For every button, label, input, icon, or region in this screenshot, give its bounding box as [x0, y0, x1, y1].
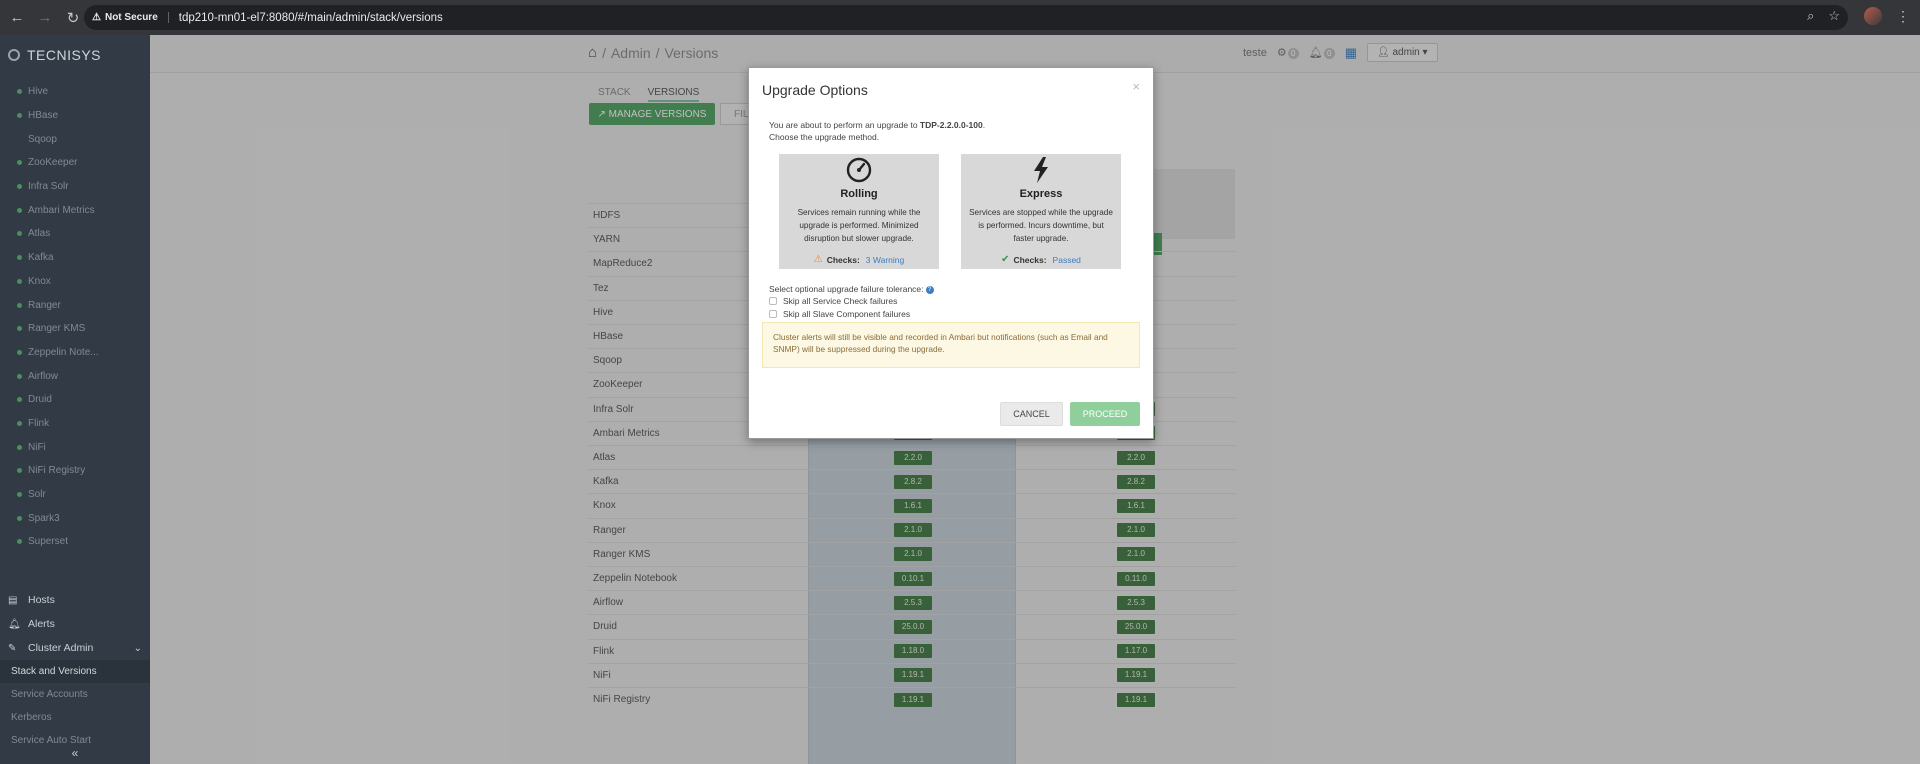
- sidebar-item-kerberos[interactable]: Kerberos: [0, 706, 150, 729]
- warning-icon: ⚠: [92, 12, 101, 23]
- upgrade-options-modal: Upgrade Options × You are about to perfo…: [748, 67, 1154, 439]
- address-bar[interactable]: ⚠ Not Secure tdp210-mn01-el7:8080/#/main/…: [84, 5, 1848, 30]
- sidebar-service-item[interactable]: Superset: [0, 530, 150, 554]
- rolling-checks: ⚠ Checks: 3 Warning: [813, 254, 905, 265]
- bell-icon: 🔔︎: [8, 618, 21, 630]
- service-status-dot: [17, 492, 22, 498]
- rolling-upgrade-option[interactable]: Rolling Services remain running while th…: [779, 154, 939, 269]
- ambari-page: TECNISYS Hive HBase Sqoop ZooKeeper Infra So…: [0, 35, 1920, 764]
- close-icon[interactable]: ×: [1132, 79, 1140, 94]
- sidebar-item-cluster-admin[interactable]: ✎ Cluster Admin ⌄: [0, 636, 150, 660]
- sidebar-item-alerts[interactable]: 🔔︎ Alerts: [0, 612, 150, 636]
- service-list: Hive HBase Sqoop ZooKeeper Infra Solr Ambari …: [0, 80, 150, 554]
- express-upgrade-option[interactable]: Express Services are stopped while the u…: [961, 154, 1121, 269]
- sidebar-service-item[interactable]: Ranger: [0, 293, 150, 317]
- back-icon[interactable]: ←: [6, 7, 28, 29]
- forward-icon[interactable]: →: [34, 7, 56, 29]
- notification-warning: Cluster alerts will still be visible and…: [762, 322, 1140, 368]
- sidebar-service-item[interactable]: Sqoop: [0, 127, 150, 151]
- express-checks-link[interactable]: Passed: [1053, 255, 1081, 265]
- skip-service-check-checkbox[interactable]: [769, 297, 777, 305]
- service-status-dot: [17, 515, 22, 521]
- sidebar-service-item[interactable]: Knox: [0, 270, 150, 294]
- service-status-dot: [17, 302, 22, 308]
- sidebar-service-item[interactable]: Ranger KMS: [0, 317, 150, 341]
- tolerance-label: Select optional upgrade failure toleranc…: [769, 284, 934, 294]
- service-status-dot: [17, 255, 22, 261]
- express-description: Services are stopped while the upgrade i…: [969, 208, 1113, 243]
- rolling-checks-link[interactable]: 3 Warning: [866, 255, 904, 265]
- sidebar-service-item[interactable]: Solr: [0, 483, 150, 507]
- sidebar-service-item[interactable]: Airflow: [0, 364, 150, 388]
- service-status-dot: [17, 420, 22, 426]
- bookmark-star-icon[interactable]: ☆: [1828, 8, 1840, 24]
- service-status-dot: [17, 184, 22, 190]
- target-version: TDP-2.2.0.0-100: [919, 120, 983, 130]
- sidebar-service-item[interactable]: Zeppelin Note...: [0, 341, 150, 365]
- profile-avatar[interactable]: [1864, 7, 1882, 25]
- service-status-dot: [17, 444, 22, 450]
- sidebar-service-item[interactable]: HBase: [0, 104, 150, 128]
- modal-intro: You are about to perform an upgrade to T…: [769, 120, 986, 142]
- sidebar-service-item[interactable]: NiFi Registry: [0, 459, 150, 483]
- service-status-dot: [17, 397, 22, 403]
- brand-logo[interactable]: TECNISYS: [0, 35, 150, 75]
- service-status-dot: [17, 349, 22, 355]
- sidebar-item-hosts[interactable]: ▤ Hosts: [0, 588, 150, 612]
- rolling-description: Services remain running while the upgrad…: [797, 208, 921, 243]
- service-status-dot: [17, 278, 22, 284]
- brand-icon: [8, 49, 20, 61]
- sidebar-service-item[interactable]: Infra Solr: [0, 175, 150, 199]
- sidebar-item-service-accounts[interactable]: Service Accounts: [0, 683, 150, 706]
- service-status-dot: [17, 373, 22, 379]
- collapse-sidebar-icon[interactable]: «: [0, 746, 150, 760]
- warning-icon: ⚠: [813, 254, 823, 265]
- sidebar-service-item[interactable]: Hive: [0, 80, 150, 104]
- service-status-dot: [17, 207, 22, 213]
- sidebar-service-item[interactable]: Ambari Metrics: [0, 198, 150, 222]
- url-text[interactable]: tdp210-mn01-el7:8080/#/main/admin/stack/…: [179, 12, 443, 24]
- speedometer-icon: [779, 157, 939, 187]
- modal-title: Upgrade Options: [762, 82, 868, 98]
- sidebar-service-item[interactable]: Kafka: [0, 246, 150, 270]
- skip-service-check-option[interactable]: Skip all Service Check failures: [769, 296, 897, 306]
- service-status-dot: [17, 539, 22, 545]
- help-icon[interactable]: ?: [925, 285, 934, 294]
- security-indicator[interactable]: ⚠ Not Secure: [92, 12, 169, 23]
- sidebar-service-item[interactable]: Spark3: [0, 506, 150, 530]
- lightning-icon: [961, 157, 1121, 187]
- sidebar: TECNISYS Hive HBase Sqoop ZooKeeper Infra So…: [0, 35, 150, 764]
- hosts-icon: ▤: [8, 594, 18, 606]
- reload-icon[interactable]: ↻: [62, 7, 84, 29]
- express-checks: ✔ Checks: Passed: [1001, 254, 1081, 265]
- sidebar-service-item[interactable]: Druid: [0, 388, 150, 412]
- chevron-down-icon: ⌄: [133, 642, 142, 654]
- service-status-dot: [17, 326, 22, 332]
- skip-slave-option[interactable]: Skip all Slave Component failures: [769, 309, 910, 319]
- express-title: Express: [1019, 188, 1063, 200]
- wrench-icon: ✎: [8, 642, 17, 654]
- skip-slave-checkbox[interactable]: [769, 310, 777, 318]
- sidebar-service-item[interactable]: ZooKeeper: [0, 151, 150, 175]
- proceed-button[interactable]: PROCEED: [1070, 402, 1140, 426]
- service-status-dot: [17, 113, 22, 119]
- service-status-dot: [17, 89, 22, 95]
- rolling-title: Rolling: [840, 188, 878, 200]
- browser-toolbar: ← → ↻ ⚠ Not Secure tdp210-mn01-el7:8080/#…: [0, 0, 1920, 35]
- cancel-button[interactable]: CANCEL: [1000, 402, 1063, 426]
- sidebar-service-item[interactable]: NiFi: [0, 435, 150, 459]
- service-status-dot: [17, 231, 22, 237]
- sidebar-service-item[interactable]: Flink: [0, 412, 150, 436]
- zoom-icon[interactable]: ⌕: [1807, 8, 1814, 24]
- sidebar-item-stack-versions[interactable]: Stack and Versions: [0, 660, 150, 683]
- check-icon: ✔: [1001, 254, 1010, 265]
- service-status-dot: [17, 160, 22, 166]
- service-status-dot: [17, 137, 22, 142]
- service-status-dot: [17, 468, 22, 474]
- sidebar-service-item[interactable]: Atlas: [0, 222, 150, 246]
- browser-menu-icon[interactable]: ⋮: [1896, 8, 1910, 25]
